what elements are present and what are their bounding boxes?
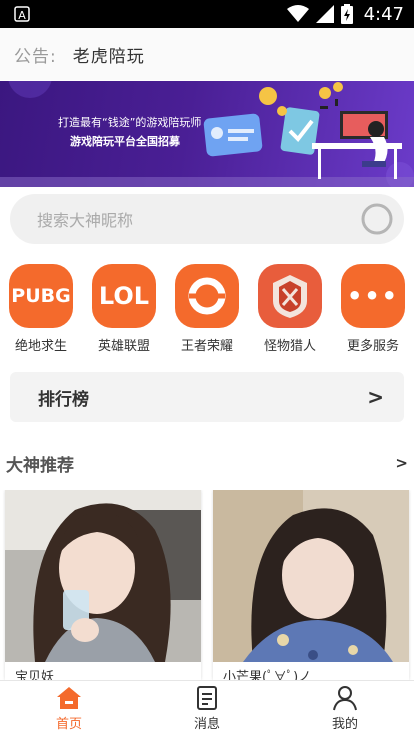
notice-bar[interactable]: 公告: 老虎陪玩 xyxy=(0,28,414,80)
battery-icon xyxy=(340,4,353,24)
recommend-header: 大神推荐 > xyxy=(0,450,414,476)
promo-banner[interactable]: 打造最有“钱途”的游戏陪玩师 游戏陪玩平台全国招募 xyxy=(0,81,414,187)
companion-name: 小芒果(ﾟ∀ﾟ)ノ xyxy=(223,670,312,680)
notice-label: 公告: xyxy=(14,46,57,67)
tab-messages[interactable]: 消息 xyxy=(138,681,276,736)
search-bar[interactable]: 搜索大神昵称 xyxy=(10,194,404,244)
banner-subheadline: 游戏陪玩平台全国招募 xyxy=(70,135,180,148)
companion-card[interactable]: 宝贝妖 xyxy=(5,490,201,680)
chevron-right-icon: > xyxy=(367,385,384,409)
honor-of-kings-icon xyxy=(175,264,239,328)
svg-text:A: A xyxy=(18,9,26,22)
tab-label: 我的 xyxy=(331,717,358,732)
search-input[interactable]: 搜索大神昵称 xyxy=(37,207,133,231)
notice-text: 老虎陪玩 xyxy=(72,46,145,67)
game-monster-hunter[interactable]: 怪物猎人 xyxy=(255,264,325,354)
tab-home[interactable]: 首页 xyxy=(0,681,138,736)
signal-icon xyxy=(315,5,334,23)
game-honor-of-kings[interactable]: 王者荣耀 xyxy=(172,264,242,354)
tab-label: 消息 xyxy=(193,717,220,732)
status-bar: A 4:47 xyxy=(0,0,414,28)
ranking-title: 排行榜 xyxy=(38,389,89,410)
message-icon xyxy=(197,686,217,710)
monster-hunter-icon xyxy=(258,264,322,328)
recommend-card-list: 宝贝妖 小芒果(ﾟ∀ﾟ)ノ xyxy=(0,490,414,680)
search-icon[interactable] xyxy=(360,202,394,236)
game-label: 更多服务 xyxy=(346,339,399,354)
chevron-right-icon[interactable]: > xyxy=(395,454,408,472)
game-label: 王者荣耀 xyxy=(180,339,233,354)
companion-photo xyxy=(5,490,201,662)
pubg-icon: PUBG xyxy=(9,264,73,328)
banner-headline: 打造最有“钱途”的游戏陪玩师 xyxy=(58,116,202,129)
companion-name: 宝贝妖 xyxy=(15,670,55,680)
companion-photo xyxy=(213,490,409,662)
banner-illustration xyxy=(0,81,414,187)
game-label: 怪物猎人 xyxy=(263,339,316,354)
recommend-title: 大神推荐 xyxy=(6,455,74,476)
clock: 4:47 xyxy=(363,3,404,25)
game-lol[interactable]: LOL 英雄联盟 xyxy=(89,264,159,354)
bottom-tab-bar: 首页 消息 我的 xyxy=(0,680,414,736)
lol-icon: LOL xyxy=(92,264,156,328)
game-pubg[interactable]: PUBG 绝地求生 xyxy=(6,264,76,354)
more-icon: ••• xyxy=(341,264,405,328)
profile-icon xyxy=(333,686,357,711)
game-more[interactable]: ••• 更多服务 xyxy=(338,264,408,354)
companion-card[interactable]: 小芒果(ﾟ∀ﾟ)ノ xyxy=(213,490,409,680)
a-letter-icon: A xyxy=(14,6,30,22)
tab-profile[interactable]: 我的 xyxy=(276,681,414,736)
ranking-entry[interactable]: 排行榜 > xyxy=(10,372,404,422)
game-label: 绝地求生 xyxy=(14,339,67,354)
game-category-list: PUBG 绝地求生 LOL 英雄联盟 王者荣耀 怪物猎人 ••• 更多服务 xyxy=(0,264,414,354)
wifi-icon xyxy=(286,5,309,22)
tab-label: 首页 xyxy=(55,717,82,732)
game-label: 英雄联盟 xyxy=(97,339,150,354)
home-icon xyxy=(57,687,81,709)
